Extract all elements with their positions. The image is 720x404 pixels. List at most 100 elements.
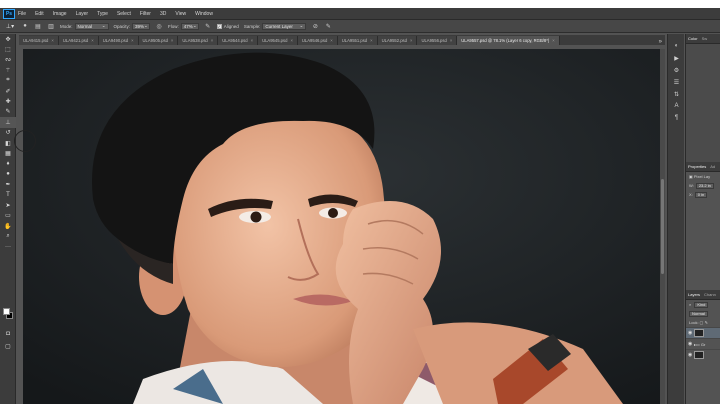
dodge-icon[interactable]: ●	[0, 169, 16, 179]
paragraph-icon[interactable]: ¶	[668, 112, 685, 124]
rectangle-icon[interactable]: ▭	[0, 211, 16, 221]
menu-file[interactable]: File	[18, 11, 26, 17]
tab-layers[interactable]: Layers	[686, 292, 702, 297]
kind-filter[interactable]: Kind	[694, 301, 709, 308]
close-icon[interactable]: ×	[552, 38, 554, 43]
sample-select[interactable]: Current Layer ⌄	[262, 22, 307, 30]
screen-mode-icon[interactable]: ▢	[0, 341, 16, 351]
menu-type[interactable]: Type	[97, 11, 108, 17]
channels-icon[interactable]: ⇅	[668, 88, 685, 100]
document-tab[interactable]: ULA9544.psd ×	[218, 36, 259, 45]
zoom-icon[interactable]: ⌕	[0, 231, 16, 241]
document-tab[interactable]: ULA9415.psd ×	[19, 36, 59, 45]
close-icon[interactable]: ×	[290, 38, 292, 43]
gradient-icon[interactable]: ▦	[0, 148, 16, 158]
close-icon[interactable]: ×	[251, 38, 253, 43]
blur-icon[interactable]: ♦	[0, 159, 16, 169]
clone-stamp-icon[interactable]: ⊥▾	[3, 21, 17, 31]
play-icon[interactable]: ▶	[668, 52, 685, 64]
tabs-overflow-icon[interactable]: »	[659, 39, 665, 45]
path-selection-icon[interactable]: ➤	[0, 200, 16, 210]
document-canvas[interactable]	[23, 49, 660, 404]
tab-properties[interactable]: Properties	[686, 164, 708, 169]
document-tab[interactable]: ULA9545.psd ×	[258, 36, 298, 45]
layer-row[interactable]: ◉	[686, 327, 720, 338]
menu-view[interactable]: View	[175, 11, 186, 17]
close-icon[interactable]: ×	[131, 38, 133, 43]
document-tab[interactable]: ULA9551.psd ×	[337, 36, 378, 45]
document-tab[interactable]: ULA9552.psd ×	[377, 36, 418, 45]
tab-adjustments[interactable]: Ad	[708, 164, 717, 169]
foreground-color-swatch[interactable]	[3, 308, 10, 315]
airbrush-icon[interactable]: ✎	[204, 22, 212, 30]
document-tab[interactable]: ULA9556.psd ×	[417, 36, 458, 45]
aligned-checkbox[interactable]: ✓	[216, 23, 222, 29]
menu-image[interactable]: Image	[53, 11, 67, 17]
close-icon[interactable]: ×	[370, 38, 372, 43]
close-icon[interactable]: ×	[330, 38, 332, 43]
document-tab[interactable]: ULA9538.psd ×	[178, 36, 219, 45]
color-icon[interactable]: ◐	[668, 40, 685, 52]
lasso-icon[interactable]: ᔓ	[0, 55, 16, 65]
more-tools-icon[interactable]: ···	[0, 242, 16, 252]
marquee-icon[interactable]: ⬚	[0, 44, 16, 54]
menu-layer[interactable]: Layer	[76, 11, 89, 17]
brush-panel-icon[interactable]: ▤	[34, 22, 42, 30]
close-icon[interactable]: ×	[51, 38, 53, 43]
ignore-adjustment-icon[interactable]: ⊘	[311, 22, 319, 30]
clone-stamp-icon[interactable]: ⊥	[0, 117, 16, 128]
menu-edit[interactable]: Edit	[35, 11, 44, 17]
tab-channels[interactable]: Chann	[702, 292, 718, 297]
pen-icon[interactable]: ✒	[0, 179, 16, 189]
layer-row[interactable]: ◉	[686, 349, 720, 360]
menu-select[interactable]: Select	[117, 11, 131, 17]
brush-settings-icon[interactable]: ☰	[668, 76, 685, 88]
hand-icon[interactable]: ✋	[0, 221, 16, 231]
pressure-opacity-icon[interactable]: ◎	[155, 22, 163, 30]
brush-preset-icon[interactable]: ●	[21, 22, 29, 30]
move-icon[interactable]: ✥	[0, 34, 16, 44]
scrollbar-thumb[interactable]	[661, 179, 664, 274]
adjust-icon[interactable]: ⚙	[668, 64, 685, 76]
vertical-scrollbar[interactable]	[660, 49, 665, 404]
tab-label: ULA9546.psd	[301, 38, 328, 43]
layer-row[interactable]: ◉ ▸▭ Gr	[686, 338, 720, 349]
lock-icon[interactable]: ▢ ✎	[699, 320, 708, 325]
close-icon[interactable]: ×	[410, 38, 412, 43]
text-icon[interactable]: A	[668, 100, 685, 112]
history-brush-icon[interactable]: ↺	[0, 128, 16, 138]
x-field[interactable]: 0 in	[694, 191, 708, 198]
document-tab[interactable]: ULA9421.psd ×	[58, 36, 99, 45]
menu-window[interactable]: Window	[195, 11, 213, 17]
close-icon[interactable]: ×	[91, 38, 93, 43]
clone-source-icon[interactable]: ▥	[47, 22, 55, 30]
document-tab[interactable]: ULA9546.psd ×	[297, 36, 338, 45]
magic-wand-icon[interactable]: ⚚	[0, 65, 16, 75]
menu-3d[interactable]: 3D	[160, 11, 166, 17]
mode-select[interactable]: Normal ⌄	[74, 22, 109, 30]
width-label: W:	[689, 183, 694, 188]
close-icon[interactable]: ×	[171, 38, 173, 43]
document-tab[interactable]: ULA9490.psd ×	[98, 36, 139, 45]
healing-brush-icon[interactable]: ✚	[0, 96, 16, 106]
close-icon[interactable]: ×	[450, 38, 452, 43]
width-field[interactable]: 23.2 in	[695, 182, 714, 189]
tab-label: ULA9415.psd	[23, 38, 49, 43]
color-panel-tabs: Color Sw	[686, 34, 720, 44]
blend-mode-select[interactable]: Normal	[689, 310, 708, 317]
flow-input[interactable]: 47% ⌄	[180, 22, 199, 30]
type-icon[interactable]: T	[0, 190, 16, 200]
tab-swatches[interactable]: Sw	[700, 36, 710, 41]
eyedropper-icon[interactable]: ✐	[0, 86, 16, 96]
document-tab-active[interactable]: ULA9557.psd @ 78.1% (Layer 6 copy, RGB/8…	[457, 36, 560, 45]
opacity-input[interactable]: 39% ⌄	[132, 22, 151, 30]
crop-icon[interactable]: ⌗	[0, 76, 16, 86]
quick-mask-icon[interactable]: ◘	[0, 329, 16, 339]
document-tab[interactable]: ULA9505.psd ×	[138, 36, 179, 45]
menu-filter[interactable]: Filter	[140, 11, 151, 17]
close-icon[interactable]: ×	[211, 38, 213, 43]
brush-icon[interactable]: ✎	[0, 107, 16, 117]
pressure-size-icon[interactable]: ✎	[324, 22, 332, 30]
tab-color[interactable]: Color	[686, 36, 700, 41]
search-icon: ⌕	[689, 302, 693, 307]
